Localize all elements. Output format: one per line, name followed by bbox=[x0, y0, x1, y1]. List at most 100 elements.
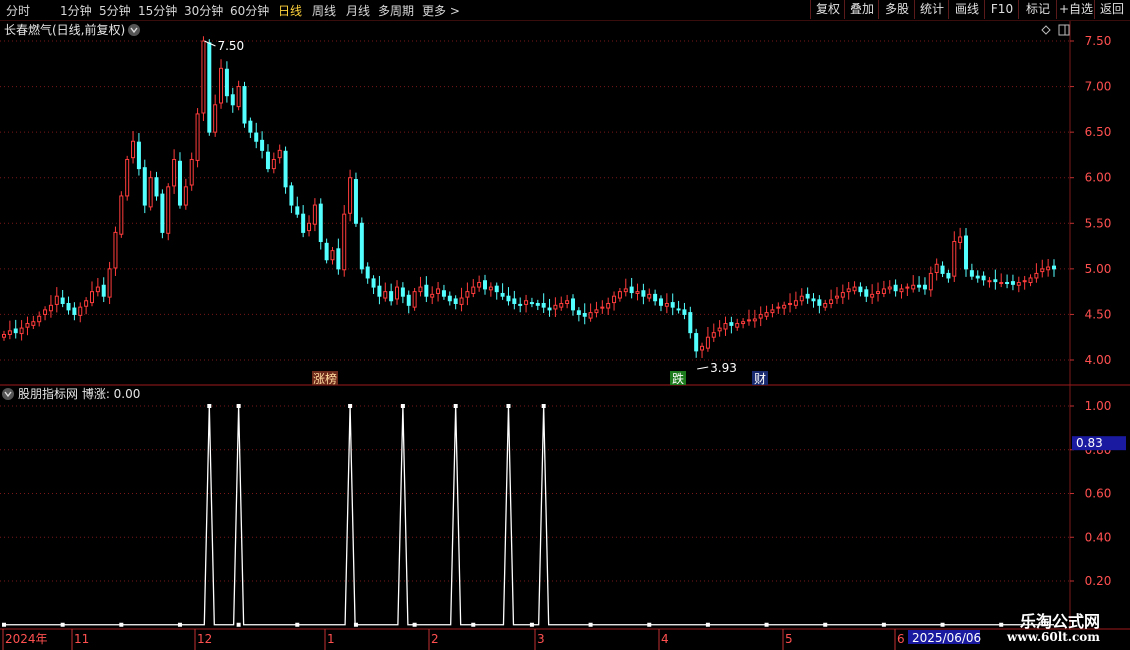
candle-body bbox=[817, 299, 822, 306]
candle-body bbox=[876, 291, 881, 294]
candle-body bbox=[588, 312, 593, 319]
tab-period-8[interactable]: 月线 bbox=[346, 2, 370, 19]
tab-period-10[interactable]: 更多 > bbox=[422, 2, 460, 19]
tab-period-5[interactable]: 60分钟 bbox=[230, 2, 269, 19]
candle-body bbox=[142, 167, 147, 206]
candle-body bbox=[84, 300, 89, 307]
watermark-title: 乐淘公式网 bbox=[1019, 612, 1100, 631]
candle-body bbox=[541, 302, 546, 308]
candle-body bbox=[805, 293, 810, 299]
candle-body bbox=[535, 302, 540, 306]
xaxis-label-1: 11 bbox=[74, 632, 89, 646]
candle-body bbox=[1034, 272, 1039, 279]
candle-body bbox=[195, 113, 200, 161]
indicator-dropdown-icon[interactable] bbox=[2, 388, 14, 400]
candle-body bbox=[236, 86, 241, 108]
date-badge: 2025/06/06 bbox=[912, 631, 981, 645]
candle-body bbox=[917, 284, 922, 288]
candle-body bbox=[670, 302, 675, 308]
indicator-dot bbox=[881, 622, 886, 627]
tab-period-0[interactable]: 分时 bbox=[6, 2, 30, 19]
candle-body bbox=[969, 270, 974, 277]
xaxis-label-6: 4 bbox=[661, 632, 669, 646]
candle-body bbox=[72, 307, 77, 315]
candle-body bbox=[893, 284, 898, 292]
candle-body bbox=[647, 293, 652, 299]
candle-body bbox=[295, 206, 300, 215]
indicator-dot bbox=[588, 622, 593, 627]
indicator-dot bbox=[412, 622, 417, 627]
candle-body bbox=[758, 313, 763, 319]
candle-body bbox=[418, 286, 423, 293]
toolbar-button-0[interactable]: 复权 bbox=[810, 0, 845, 19]
diamond-icon[interactable] bbox=[1041, 25, 1051, 35]
candle-body bbox=[600, 306, 605, 309]
candle-body bbox=[336, 248, 341, 270]
tab-period-3[interactable]: 15分钟 bbox=[138, 2, 177, 19]
candle-body bbox=[136, 141, 141, 170]
candle-body bbox=[260, 139, 265, 151]
toolbar-button-3[interactable]: 统计 bbox=[914, 0, 949, 19]
xaxis-label-4: 2 bbox=[431, 632, 439, 646]
candle-body bbox=[735, 323, 740, 328]
candle-body bbox=[629, 286, 634, 294]
candle-body bbox=[301, 213, 306, 233]
candle-body bbox=[131, 140, 136, 159]
candle-body bbox=[395, 286, 400, 300]
candle-body bbox=[776, 306, 781, 309]
event-marker-1: 跌 bbox=[672, 371, 684, 386]
candle-body bbox=[119, 195, 124, 235]
indicator-dot bbox=[119, 622, 124, 627]
chart-canvas[interactable]: 4.00 4.50 5.00 5.50 6.00 6.50 7.00 7.50 7.50 3.93… bbox=[0, 0, 1130, 650]
candle-body bbox=[160, 193, 165, 233]
xaxis-label-0: 2024年 bbox=[5, 632, 48, 646]
tab-period-2[interactable]: 5分钟 bbox=[99, 2, 131, 19]
candle-body bbox=[107, 268, 112, 298]
candle-body bbox=[688, 312, 693, 334]
candle-body bbox=[271, 158, 276, 170]
candle-body bbox=[318, 203, 323, 243]
candle-body bbox=[823, 302, 828, 308]
candle-body bbox=[201, 40, 206, 114]
indicator-dot bbox=[529, 622, 534, 627]
indicator-dot bbox=[940, 622, 945, 627]
candle-body bbox=[858, 286, 863, 293]
candle-body bbox=[840, 292, 845, 298]
candle-body bbox=[441, 290, 446, 297]
candle-body bbox=[154, 177, 159, 197]
toolbar-button-7[interactable]: +自选 bbox=[1056, 0, 1095, 19]
candle-body bbox=[958, 236, 963, 243]
candle-body bbox=[746, 319, 751, 322]
tab-period-1[interactable]: 1分钟 bbox=[60, 2, 92, 19]
toolbar-button-2[interactable]: 多股 bbox=[878, 0, 915, 19]
candle-body bbox=[846, 288, 851, 293]
candle-body bbox=[389, 291, 394, 302]
toolbar-button-1[interactable]: 叠加 bbox=[844, 0, 879, 19]
candle-body bbox=[400, 287, 405, 297]
tab-period-4[interactable]: 30分钟 bbox=[184, 2, 223, 19]
tab-period-9[interactable]: 多周期 bbox=[378, 2, 414, 19]
candle-body bbox=[870, 293, 875, 298]
price-tick-label-0: 4.00 bbox=[1085, 353, 1112, 367]
candle-body bbox=[582, 313, 587, 317]
tab-period-7[interactable]: 周线 bbox=[312, 2, 336, 19]
toolbar-button-8[interactable]: 返回 bbox=[1094, 0, 1129, 19]
candle-body bbox=[934, 263, 939, 274]
candle-body bbox=[7, 330, 12, 335]
tab-period-6[interactable]: 日线 bbox=[278, 2, 302, 19]
candle-body bbox=[436, 288, 441, 294]
toolbar-button-4[interactable]: 画线 bbox=[948, 0, 985, 19]
indicator-peak-dot bbox=[506, 404, 511, 408]
candle-body bbox=[1052, 265, 1056, 270]
title-dropdown-icon[interactable] bbox=[128, 24, 140, 36]
toolbar-button-5[interactable]: F10 bbox=[984, 0, 1019, 19]
candle-body bbox=[653, 293, 658, 302]
indicator-dot bbox=[999, 622, 1004, 627]
indicator-tick-label-4: 1.00 bbox=[1085, 399, 1112, 413]
candle-body bbox=[330, 250, 335, 261]
candle-body bbox=[570, 298, 575, 311]
candle-body bbox=[2, 333, 6, 338]
candle-body bbox=[377, 285, 382, 297]
panel-toggle-icon[interactable] bbox=[1058, 24, 1070, 36]
toolbar-button-6[interactable]: 标记 bbox=[1018, 0, 1057, 19]
